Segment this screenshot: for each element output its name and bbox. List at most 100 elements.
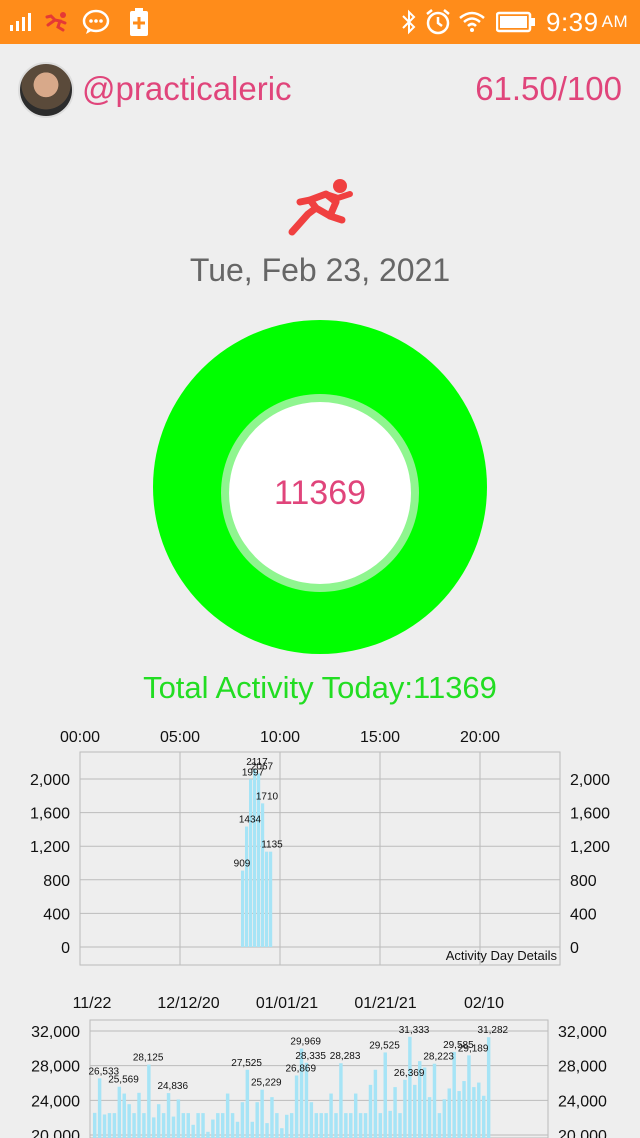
bar [285, 1114, 289, 1138]
bar [373, 1069, 378, 1138]
bar [339, 1063, 343, 1138]
data-label: 25,229 [251, 1078, 282, 1089]
y-tick-label-left: 0 [61, 940, 70, 957]
bar [206, 1131, 210, 1138]
y-tick-label-left: 400 [43, 906, 70, 923]
battery-icon [496, 0, 536, 44]
bar [250, 1121, 254, 1138]
bar [275, 1113, 279, 1138]
bar [186, 1113, 190, 1138]
data-label: 31,333 [399, 1025, 430, 1036]
x-tick-label: 12/12/20 [157, 995, 219, 1012]
bar [383, 1052, 387, 1138]
bar [432, 1063, 437, 1138]
bar [324, 1113, 328, 1138]
bar [265, 851, 269, 947]
bar [299, 1048, 304, 1138]
bar [344, 1113, 348, 1138]
activity-ring: 11369 [153, 320, 487, 654]
bar [191, 1124, 195, 1138]
data-label: 26,369 [394, 1068, 425, 1079]
chart-legend: Activity Day Details [446, 948, 558, 963]
profile-header: @practicaleric 61.50/100 [0, 58, 640, 120]
bar [245, 826, 249, 947]
ring-value: 11369 [273, 473, 367, 512]
y-tick-label-left: 2,000 [30, 772, 70, 789]
bar [147, 1064, 151, 1138]
bar [142, 1113, 146, 1138]
bar [477, 1082, 481, 1138]
runner-icon [288, 179, 353, 236]
bar [269, 851, 273, 947]
data-label: 1135 [261, 840, 283, 851]
bar [181, 1113, 186, 1138]
bar [467, 1055, 471, 1138]
bar [102, 1114, 107, 1138]
date-label[interactable]: Tue, Feb 23, 2021 [0, 252, 640, 289]
data-label: 28,283 [330, 1051, 361, 1062]
bar [334, 1113, 338, 1138]
wifi-icon [458, 0, 486, 44]
data-label: 31,282 [478, 1025, 509, 1036]
bar [161, 1113, 166, 1138]
bar [309, 1102, 314, 1138]
bar [220, 1113, 225, 1138]
score: 61.50/100 [475, 70, 622, 107]
alarm-icon [424, 0, 452, 44]
bar [97, 1078, 102, 1138]
y-tick-label-right: 32,000 [558, 1024, 607, 1041]
bar [122, 1093, 126, 1138]
signal-icon [10, 0, 34, 44]
x-tick-label: 11/22 [73, 995, 112, 1012]
plot-frame [79, 751, 561, 966]
bar [117, 1086, 122, 1138]
y-tick-label-right: 28,000 [558, 1059, 607, 1076]
bar [368, 1084, 373, 1138]
data-label: 29,969 [290, 1037, 321, 1048]
bar [261, 803, 265, 947]
bar [216, 1113, 220, 1138]
bar [201, 1113, 205, 1138]
y-tick-label-right: 800 [570, 873, 597, 890]
bar [241, 870, 245, 947]
daily-activity-chart[interactable]: 32,000 32,000 28,000 28,000 24,000 24,000 20,0… [0, 984, 640, 1138]
x-tick-label: 15:00 [360, 729, 400, 746]
bar [472, 1087, 476, 1138]
avatar[interactable] [18, 62, 74, 118]
data-label: 2067 [251, 761, 274, 772]
bar [289, 1113, 294, 1138]
bar [240, 1102, 245, 1138]
bar [393, 1087, 397, 1138]
x-tick-label: 20:00 [460, 729, 500, 746]
bar [196, 1113, 200, 1138]
y-tick-label-left: 28,000 [31, 1059, 80, 1076]
x-tick-label: 01/01/21 [256, 995, 318, 1012]
data-label: 28,335 [295, 1051, 326, 1062]
bar [314, 1113, 319, 1138]
y-tick-label-left: 32,000 [31, 1024, 80, 1041]
bar [403, 1079, 407, 1138]
bar [457, 1091, 461, 1138]
hourly-activity-chart[interactable]: 2,000 2,000 1,600 1,600 1,200 1,200 800 800 400 4… [0, 718, 640, 974]
data-label: 24,836 [157, 1081, 188, 1092]
bar [437, 1113, 442, 1138]
chat-icon [82, 0, 110, 44]
y-tick-label-left: 1,600 [30, 806, 70, 823]
y-tick-label-right: 1,600 [570, 806, 610, 823]
bar [408, 1036, 412, 1138]
bar [245, 1069, 250, 1138]
bar [398, 1113, 402, 1138]
username[interactable]: @practicaleric [82, 70, 292, 108]
data-label: 25,569 [108, 1075, 139, 1086]
bar [230, 1113, 235, 1138]
bar [413, 1084, 417, 1138]
data-label: 29,189 [458, 1043, 489, 1054]
bar [452, 1051, 456, 1138]
y-tick-label-left: 1,200 [30, 839, 70, 856]
bar [294, 1075, 299, 1138]
bar [211, 1119, 215, 1138]
y-tick-label-right: 24,000 [558, 1093, 607, 1110]
ring-center: 11369 [229, 402, 411, 584]
bar [388, 1110, 392, 1138]
bar [166, 1093, 171, 1138]
